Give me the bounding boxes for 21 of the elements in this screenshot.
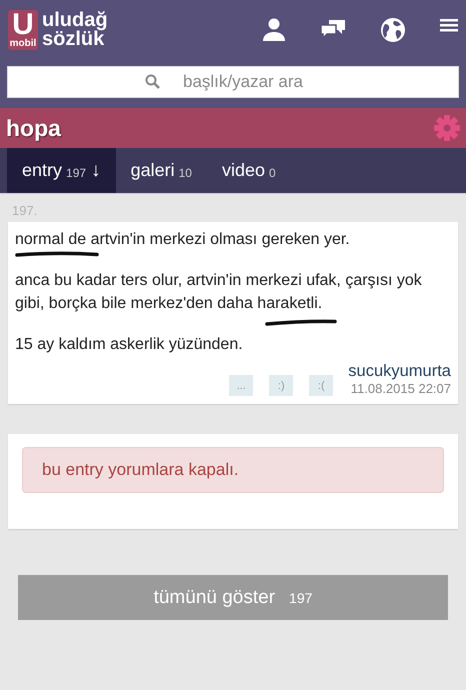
entry-date: 11.08.2015 22:07	[350, 381, 451, 396]
underline-mark	[265, 319, 337, 326]
logo-letter: U	[12, 12, 34, 38]
entry-text: 15 ay kaldım askerlik yüzünden.	[15, 335, 244, 355]
entry-text: normal de artvin'in merkezi olması gereken yer.	[15, 230, 351, 250]
tab[interactable]: galeri 10	[116, 148, 207, 193]
entry-text: anca bu kadar ters olur, artvin'in merkezi ufak, çarşısı yok gibi, borçka bile merkez'den daha haraketli.	[15, 271, 423, 314]
search-icon	[145, 74, 160, 89]
brand-name: uludağ	[42, 11, 108, 30]
tab[interactable]: entry 197 ↓	[7, 148, 116, 193]
user-icon[interactable]	[262, 17, 286, 41]
topic-title: hopa	[6, 114, 61, 142]
search-field[interactable]: başlık/yazar ara	[7, 66, 459, 98]
author-link[interactable]: sucukyumurta	[348, 362, 451, 381]
logo-badge[interactable]: U mobil	[8, 10, 38, 50]
tab[interactable]: video 0	[206, 148, 291, 193]
comments-closed-notice: bu entry yorumlara kapalı.	[22, 447, 444, 493]
globe-icon[interactable]	[380, 17, 406, 43]
logo-subtitle: mobil	[10, 38, 36, 50]
menu-icon[interactable]	[440, 17, 458, 33]
brand-name: sözlük	[42, 30, 104, 49]
